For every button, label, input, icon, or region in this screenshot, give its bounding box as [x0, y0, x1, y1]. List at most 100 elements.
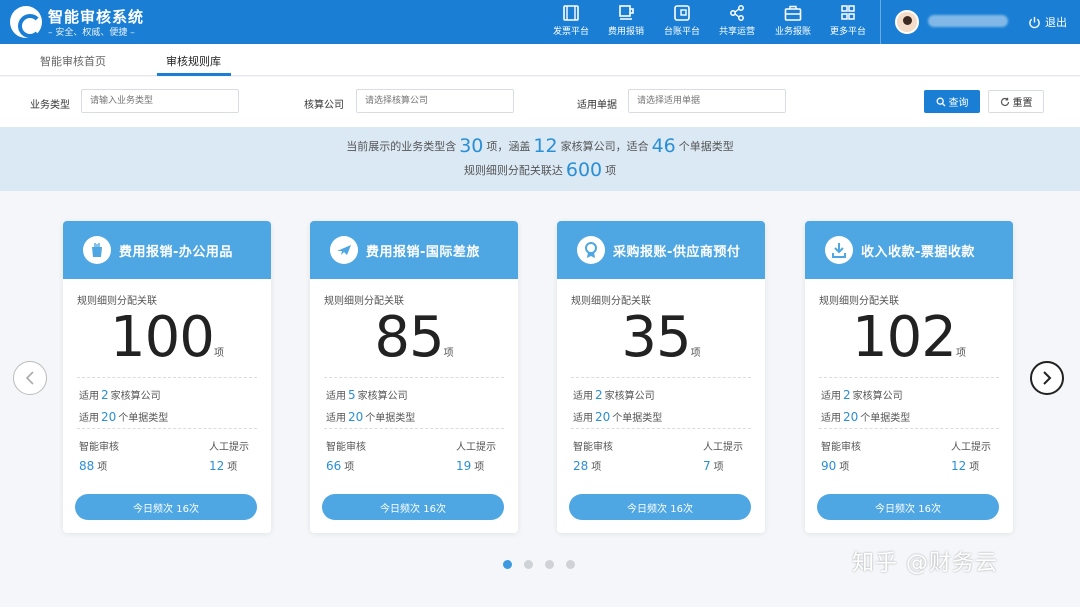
company-select[interactable] [356, 89, 514, 113]
nav-label: 发票平台 [552, 27, 589, 37]
manual-hint-value: 12 项 [209, 459, 238, 473]
chevron-right-icon [1043, 371, 1052, 385]
carousel-prev-button[interactable] [13, 361, 47, 395]
summary-text: 规则细则分配关联达 [463, 164, 563, 177]
rule-count: 100项 [63, 305, 271, 387]
summary-band: 当前展示的业务类型含 30 项，涵盖 12 家核算公司，适合 46 个单据类型 规则细则分配… [0, 127, 1080, 191]
app-subtitle: – 安全、权威、便捷 – [48, 28, 135, 38]
smart-audit-value: 28 项 [573, 459, 602, 473]
expense-icon [619, 5, 634, 20]
business-type-input[interactable] [81, 89, 239, 113]
rule-card[interactable]: 费用报销-办公用品 规则细则分配关联 100项 适用 2 家核算公司 适用 20 个单据… [63, 221, 271, 533]
page-dot[interactable] [524, 560, 533, 569]
chevron-left-icon [25, 371, 34, 385]
today-frequency-button[interactable]: 今日频次 16次 [569, 494, 751, 520]
document-line: 适用 20 个单据类型 [79, 410, 169, 424]
manual-hint-label: 人工提示 [209, 442, 249, 453]
nav-business-report[interactable]: 业务报账 [767, 5, 819, 37]
document-type-count: 46 [651, 135, 676, 157]
tab-rule-library[interactable]: 审核规则库 [166, 53, 221, 69]
company-count: 12 [533, 135, 558, 157]
username-blurred[interactable] [928, 15, 1008, 27]
card-title: 费用报销-办公用品 [119, 244, 233, 260]
divider [77, 428, 257, 429]
query-label: 查询 [948, 98, 969, 109]
company-line: 适用 2 家核算公司 [573, 388, 655, 402]
rule-count-unit: 项 [443, 348, 454, 359]
ledger-icon [674, 5, 690, 21]
divider [571, 428, 751, 429]
card-title: 采购报账-供应商预付 [613, 244, 741, 260]
document-line: 适用 20 个单据类型 [573, 410, 663, 424]
today-frequency-button[interactable]: 今日频次 16次 [817, 494, 999, 520]
office-supplies-icon [83, 236, 111, 264]
reset-label: 重置 [1012, 98, 1033, 109]
manual-hint-value: 7项 [703, 459, 724, 473]
carousel-next-button[interactable] [1030, 361, 1064, 395]
rule-link-count: 600 [565, 159, 603, 181]
nav-label: 业务报账 [774, 27, 811, 37]
airplane-icon [330, 236, 358, 264]
app-title: 智能审核系统 [48, 8, 145, 26]
page-dot[interactable] [503, 560, 512, 569]
divider [571, 377, 751, 378]
manual-hint-value: 19 项 [456, 459, 485, 473]
summary-line-1: 当前展示的业务类型含 30 项，涵盖 12 家核算公司，适合 46 个单据类型 [0, 135, 1080, 157]
tab-audit-home[interactable]: 智能审核首页 [40, 53, 106, 69]
refresh-icon [1000, 97, 1009, 106]
divider [77, 377, 257, 378]
summary-line-2: 规则细则分配关联达 600 项 [0, 159, 1080, 181]
carousel-pagination [503, 560, 575, 569]
tab-bar: 智能审核首页 审核规则库 [0, 44, 1080, 76]
smart-audit-label: 智能审核 [573, 442, 613, 453]
today-frequency-button[interactable]: 今日频次 16次 [322, 494, 504, 520]
rule-count-unit: 项 [213, 348, 224, 359]
rule-count: 85项 [310, 305, 518, 387]
logo-icon [10, 6, 42, 38]
rule-card[interactable]: 采购报账-供应商预付 规则细则分配关联 35项 适用 2 家核算公司 适用 20 个单据… [557, 221, 765, 533]
document-label: 适用单据 [577, 100, 617, 111]
download-icon [825, 236, 853, 264]
logout-label: 退出 [1045, 16, 1067, 29]
logout-button[interactable]: 退出 [1028, 14, 1067, 30]
medal-icon [577, 236, 605, 264]
header-divider [880, 0, 881, 44]
smart-audit-label: 智能审核 [326, 442, 366, 453]
nav-shared-ops[interactable]: 共享运营 [711, 5, 763, 37]
today-frequency-button[interactable]: 今日频次 16次 [75, 494, 257, 520]
smart-audit-value: 88 项 [79, 459, 108, 473]
document-line: 适用 20 个单据类型 [821, 410, 911, 424]
smart-audit-value: 66 项 [326, 459, 355, 473]
search-icon [936, 97, 945, 106]
nav-label: 费用报销 [607, 27, 644, 37]
nav-expense[interactable]: 费用报销 [600, 5, 652, 37]
nav-more-platforms[interactable]: 更多平台 [822, 5, 874, 37]
nav-label: 共享运营 [718, 27, 755, 37]
rule-count-value: 85 [374, 305, 444, 370]
rule-card[interactable]: 收入收款-票据收款 规则细则分配关联 102项 适用 2 家核算公司 适用 20 个单据… [805, 221, 1013, 533]
document-select[interactable] [628, 89, 786, 113]
manual-hint-label: 人工提示 [703, 442, 743, 453]
briefcase-icon [784, 5, 802, 21]
query-button[interactable]: 查询 [924, 90, 980, 113]
page-dot[interactable] [566, 560, 575, 569]
nav-ledger[interactable]: 台账平台 [656, 5, 708, 37]
avatar[interactable] [895, 10, 919, 34]
smart-audit-label: 智能审核 [821, 442, 861, 453]
rule-card[interactable]: 费用报销-国际差旅 规则细则分配关联 85项 适用 5 家核算公司 适用 20 个单据类… [310, 221, 518, 533]
reset-button[interactable]: 重置 [988, 90, 1044, 113]
page-dot[interactable] [545, 560, 554, 569]
nav-invoice-platform[interactable]: 发票平台 [545, 5, 597, 37]
business-type-label: 业务类型 [30, 100, 70, 111]
manual-hint-label: 人工提示 [951, 442, 991, 453]
card-title: 收入收款-票据收款 [861, 244, 975, 260]
active-tab-indicator [157, 73, 231, 76]
divider [324, 377, 504, 378]
rule-count-unit: 项 [955, 348, 966, 359]
rule-count-value: 100 [110, 305, 215, 370]
document-line: 适用 20 个单据类型 [326, 410, 416, 424]
watermark: 知乎 @财务云 [852, 551, 998, 576]
summary-text: 项，涵盖 [486, 140, 531, 153]
card-header: 采购报账-供应商预付 [557, 221, 765, 279]
rule-count: 35项 [557, 305, 765, 387]
